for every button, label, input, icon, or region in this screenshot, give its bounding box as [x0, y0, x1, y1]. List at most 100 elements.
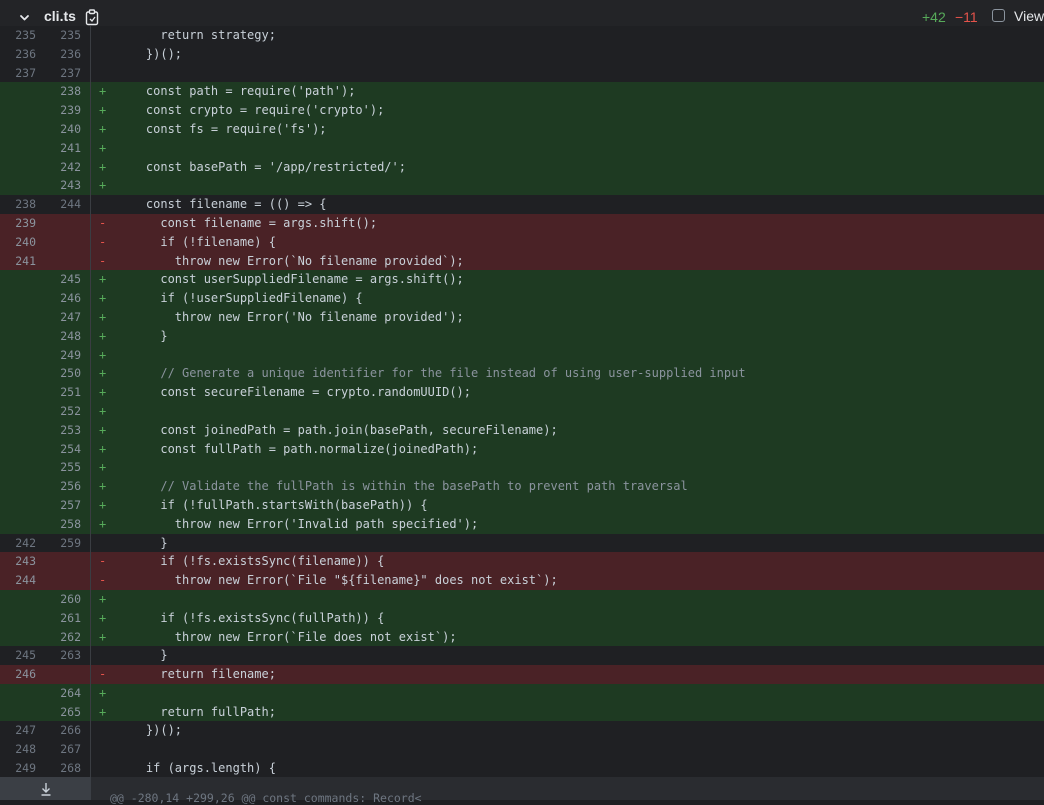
new-line-number[interactable]: 263	[53, 646, 81, 665]
old-line-number[interactable]: 245	[8, 646, 36, 665]
expand-button[interactable]	[0, 777, 91, 800]
new-line-number[interactable]: 264	[53, 684, 81, 703]
added-line[interactable]: 255 +	[0, 458, 1044, 478]
new-line-number[interactable]: 259	[53, 534, 81, 553]
viewed-label[interactable]: View	[1014, 8, 1044, 24]
new-line-number[interactable]: 267	[53, 740, 81, 759]
context-line[interactable]: 245 263 }	[0, 646, 1044, 666]
line-gutter: 252	[0, 401, 91, 421]
context-line[interactable]: 237 237	[0, 63, 1044, 83]
added-line[interactable]: 256 + // Validate the fullPath is within …	[0, 477, 1044, 496]
removed-line[interactable]: 240 - if (!filename) {	[0, 232, 1044, 252]
new-line-number[interactable]: 249	[53, 346, 81, 365]
added-line[interactable]: 258 + throw new Error('Invalid path speci…	[0, 514, 1044, 534]
copy-icon[interactable]	[85, 9, 99, 26]
context-line[interactable]: 238 244 const filename = (() => {	[0, 195, 1044, 214]
chevron-down-icon[interactable]	[18, 11, 31, 24]
added-line[interactable]: 248 + }	[0, 326, 1044, 346]
added-line[interactable]: 265 + return fullPath;	[0, 702, 1044, 722]
added-line[interactable]: 257 + if (!fullPath.startsWith(basePath))…	[0, 495, 1044, 515]
added-line[interactable]: 242 + const basePath = '/app/restricted/'…	[0, 157, 1044, 177]
added-line[interactable]: 247 + throw new Error('No filename provid…	[0, 307, 1044, 327]
removed-line[interactable]: 239 - const filename = args.shift();	[0, 213, 1044, 233]
context-line[interactable]: 235 235 return strategy;	[0, 26, 1044, 45]
new-line-number[interactable]: 257	[53, 496, 81, 515]
added-line[interactable]: 262 + throw new Error(`File does not exis…	[0, 627, 1044, 647]
removed-line[interactable]: 243 - if (!fs.existsSync(filename)) {	[0, 552, 1044, 572]
added-line[interactable]: 239 + const crypto = require('crypto');	[0, 101, 1044, 120]
old-line-number[interactable]: 248	[8, 740, 36, 759]
new-line-number[interactable]: 235	[53, 26, 81, 45]
viewed-checkbox[interactable]	[992, 9, 1005, 22]
new-line-number[interactable]: 237	[53, 64, 81, 83]
new-line-number[interactable]: 260	[53, 590, 81, 609]
new-line-number[interactable]: 248	[53, 327, 81, 346]
new-line-number[interactable]: 247	[53, 308, 81, 327]
new-line-number[interactable]: 240	[53, 120, 81, 139]
added-line[interactable]: 249 +	[0, 345, 1044, 365]
new-line-number[interactable]: 245	[53, 270, 81, 289]
added-line[interactable]: 251 + const secureFilename = crypto.rando…	[0, 383, 1044, 402]
old-line-number[interactable]: 241	[8, 252, 36, 271]
added-line[interactable]: 260 +	[0, 589, 1044, 609]
code-text: const path = require('path');	[117, 84, 356, 99]
new-line-number[interactable]: 255	[53, 458, 81, 477]
new-line-number[interactable]: 253	[53, 421, 81, 440]
added-line[interactable]: 254 + const fullPath = path.normalize(joi…	[0, 439, 1044, 459]
new-line-number[interactable]: 261	[53, 609, 81, 628]
old-line-number[interactable]: 242	[8, 534, 36, 553]
added-line[interactable]: 253 + const joinedPath = path.join(basePa…	[0, 420, 1044, 440]
added-line[interactable]: 250 + // Generate a unique identifier for…	[0, 364, 1044, 384]
context-line[interactable]: 236 236 })();	[0, 44, 1044, 64]
new-line-number[interactable]: 238	[53, 82, 81, 101]
new-line-number[interactable]: 250	[53, 364, 81, 383]
old-line-number[interactable]: 235	[8, 26, 36, 45]
diff-marker	[99, 740, 106, 759]
removed-line[interactable]: 246 - return filename;	[0, 665, 1044, 684]
added-line[interactable]: 240 + const fs = require('fs');	[0, 119, 1044, 139]
context-line[interactable]: 249 268 if (args.length) {	[0, 759, 1044, 778]
old-line-number[interactable]: 244	[8, 571, 36, 590]
context-line[interactable]: 242 259 }	[0, 533, 1044, 553]
old-line-number[interactable]: 246	[8, 665, 36, 684]
new-line-number[interactable]: 256	[53, 477, 81, 496]
file-name[interactable]: cli.ts	[44, 8, 76, 24]
old-line-number[interactable]: 243	[8, 552, 36, 571]
added-line[interactable]: 246 + if (!userSuppliedFilename) {	[0, 289, 1044, 308]
old-line-number[interactable]: 239	[8, 214, 36, 233]
new-line-number[interactable]: 239	[53, 101, 81, 120]
new-line-number[interactable]: 243	[53, 176, 81, 195]
added-line[interactable]: 245 + const userSuppliedFilename = args.s…	[0, 270, 1044, 290]
added-line[interactable]: 264 +	[0, 683, 1044, 703]
new-line-number[interactable]: 266	[53, 721, 81, 740]
added-line[interactable]: 243 +	[0, 176, 1044, 196]
old-line-number[interactable]: 240	[8, 233, 36, 252]
old-line-number[interactable]: 249	[8, 759, 36, 778]
old-line-number[interactable]: 247	[8, 721, 36, 740]
new-line-number[interactable]: 262	[53, 628, 81, 647]
new-line-number[interactable]: 258	[53, 515, 81, 534]
new-line-number[interactable]: 242	[53, 158, 81, 177]
removed-line[interactable]: 244 - throw new Error(`File "${filename}"…	[0, 571, 1044, 590]
new-line-number[interactable]: 254	[53, 440, 81, 459]
new-line-number[interactable]: 236	[53, 45, 81, 64]
removed-line[interactable]: 241 - throw new Error(`No filename provid…	[0, 251, 1044, 271]
old-line-number[interactable]: 238	[8, 195, 36, 214]
added-line[interactable]: 261 + if (!fs.existsSync(fullPath)) {	[0, 608, 1044, 628]
new-line-number[interactable]: 265	[53, 703, 81, 722]
new-line-number[interactable]: 268	[53, 759, 81, 778]
code-text: return filename;	[117, 667, 276, 682]
new-line-number[interactable]: 246	[53, 289, 81, 308]
new-line-number[interactable]: 251	[53, 383, 81, 402]
new-line-number[interactable]: 252	[53, 402, 81, 421]
new-line-number[interactable]: 244	[53, 195, 81, 214]
diff-marker: +	[99, 84, 107, 99]
old-line-number[interactable]: 237	[8, 64, 36, 83]
added-line[interactable]: 241 +	[0, 138, 1044, 158]
added-line[interactable]: 238 + const path = require('path');	[0, 82, 1044, 102]
added-line[interactable]: 252 +	[0, 401, 1044, 421]
new-line-number[interactable]: 241	[53, 139, 81, 158]
context-line[interactable]: 248 267	[0, 740, 1044, 760]
context-line[interactable]: 247 266 })();	[0, 721, 1044, 741]
old-line-number[interactable]: 236	[8, 45, 36, 64]
